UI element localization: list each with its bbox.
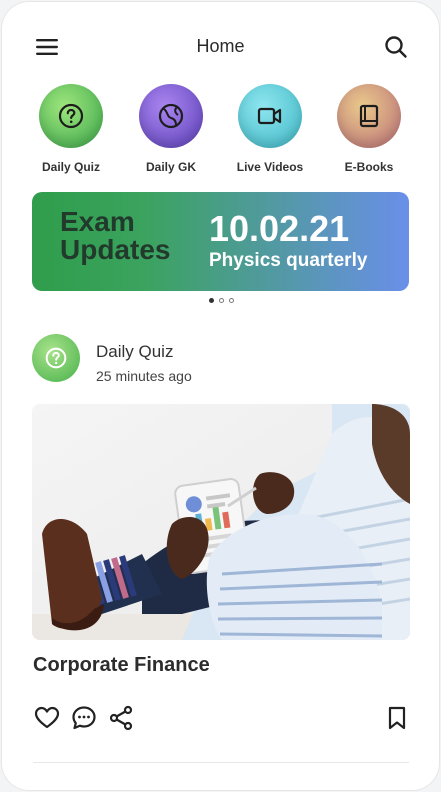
post-header: Daily Quiz 25 minutes ago xyxy=(32,334,412,386)
search-icon xyxy=(385,36,407,58)
quick-link-label: E-Books xyxy=(344,160,394,174)
quick-link-label: Live Videos xyxy=(236,160,304,174)
question-icon xyxy=(58,103,84,129)
bookmark-icon xyxy=(388,706,406,730)
quick-link-circle xyxy=(238,84,302,148)
book-icon xyxy=(359,104,379,128)
carousel-dot[interactable] xyxy=(229,298,234,303)
comment-button[interactable] xyxy=(70,704,98,732)
top-bar: Home xyxy=(2,26,439,68)
share-icon xyxy=(109,705,133,731)
heart-icon xyxy=(34,706,60,729)
like-button[interactable] xyxy=(33,704,61,732)
share-button[interactable] xyxy=(107,704,135,732)
banner-date: 10.02.21 xyxy=(209,208,350,249)
banner-line-1: Exam xyxy=(60,206,135,237)
divider xyxy=(33,762,409,763)
carousel-dot[interactable] xyxy=(209,298,214,303)
banner-heading: Exam Updates xyxy=(60,208,170,264)
quick-link-e-books[interactable]: E-Books xyxy=(324,84,414,174)
bookmark-button[interactable] xyxy=(383,704,411,732)
quick-link-label: Daily GK xyxy=(145,160,196,174)
quick-link-circle xyxy=(337,84,401,148)
quick-link-circle xyxy=(139,84,203,148)
quick-link-live-videos[interactable]: Live Videos xyxy=(225,84,315,174)
search-button[interactable] xyxy=(383,34,409,60)
banner-details: 10.02.21 Physics quarterly xyxy=(209,210,367,272)
video-camera-icon xyxy=(257,107,282,125)
globe-icon xyxy=(158,103,184,129)
banner-line-2: Updates xyxy=(60,234,171,265)
quick-link-label: Daily Quiz xyxy=(41,160,100,174)
page-title: Home xyxy=(196,36,245,56)
quick-links: Daily Quiz Daily GK Live Videos E-Books xyxy=(2,84,439,184)
post-headline[interactable]: Corporate Finance xyxy=(33,654,210,677)
quick-link-circle xyxy=(39,84,103,148)
post-image-illustration xyxy=(32,404,410,640)
post-category[interactable]: Daily Quiz xyxy=(96,342,173,362)
exam-updates-banner[interactable]: Exam Updates 10.02.21 Physics quarterly xyxy=(32,192,409,291)
carousel-dot[interactable] xyxy=(219,298,224,303)
phone-frame: Home Daily Quiz Daily GK Live Videos E-B… xyxy=(1,1,440,791)
quick-link-daily-gk[interactable]: Daily GK xyxy=(126,84,216,174)
banner-subtitle: Physics quarterly xyxy=(209,250,368,271)
post-avatar[interactable] xyxy=(32,334,80,382)
post-timestamp: 25 minutes ago xyxy=(96,368,192,384)
post-image[interactable] xyxy=(32,404,410,640)
question-icon xyxy=(45,347,67,369)
carousel-indicator xyxy=(209,298,234,303)
post-actions xyxy=(33,704,409,736)
quick-link-daily-quiz[interactable]: Daily Quiz xyxy=(26,84,116,174)
comment-icon xyxy=(72,706,96,730)
